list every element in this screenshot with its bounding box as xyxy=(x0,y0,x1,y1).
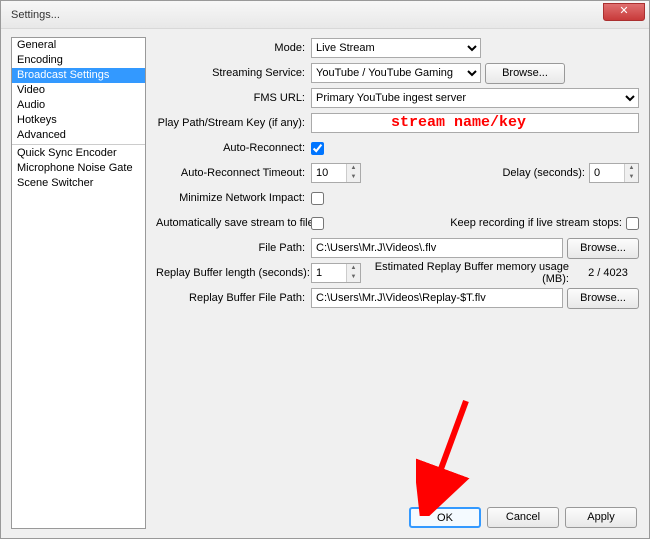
spinner-down-icon[interactable]: ▼ xyxy=(347,273,360,282)
autosave-label: Automatically save stream to file: xyxy=(156,217,311,229)
sidebar-divider xyxy=(12,144,145,145)
spinner-up-icon[interactable]: ▲ xyxy=(625,164,638,173)
autoreconnect-label: Auto-Reconnect: xyxy=(156,142,311,154)
service-label: Streaming Service: xyxy=(156,67,311,79)
minimize-label: Minimize Network Impact: xyxy=(156,192,311,204)
spinner-up-icon[interactable]: ▲ xyxy=(347,164,360,173)
delay-label: Delay (seconds): xyxy=(502,167,585,179)
filepath-label: File Path: xyxy=(156,242,311,254)
keeprec-checkbox[interactable] xyxy=(626,217,639,230)
footer-buttons: OK Cancel Apply xyxy=(409,507,637,528)
playpath-label: Play Path/Stream Key (if any): xyxy=(156,117,311,129)
sidebar-item-general[interactable]: General xyxy=(12,38,145,53)
keeprec-label: Keep recording if live stream stops: xyxy=(450,217,622,229)
replaylen-input[interactable] xyxy=(312,264,346,282)
mode-label: Mode: xyxy=(156,42,311,54)
close-icon: ✕ xyxy=(619,5,628,17)
delay-input[interactable] xyxy=(590,164,624,182)
replaypath-label: Replay Buffer File Path: xyxy=(156,292,311,304)
replaypath-input[interactable] xyxy=(311,288,563,308)
stream-key-input[interactable] xyxy=(311,113,639,133)
sidebar-item-encoding[interactable]: Encoding xyxy=(12,53,145,68)
filepath-input[interactable] xyxy=(311,238,563,258)
autoreconnect-checkbox[interactable] xyxy=(311,142,324,155)
spinner-up-icon[interactable]: ▲ xyxy=(347,264,360,273)
ok-button[interactable]: OK xyxy=(409,507,481,528)
sidebar-item-audio[interactable]: Audio xyxy=(12,98,145,113)
timeout-label: Auto-Reconnect Timeout: xyxy=(156,167,311,179)
fms-select[interactable]: Primary YouTube ingest server xyxy=(311,88,639,108)
timeout-input[interactable] xyxy=(312,164,346,182)
close-button[interactable]: ✕ xyxy=(603,3,645,21)
sidebar-item-quick-sync[interactable]: Quick Sync Encoder xyxy=(12,146,145,161)
cancel-button[interactable]: Cancel xyxy=(487,507,559,528)
sidebar-item-video[interactable]: Video xyxy=(12,83,145,98)
estmem-value: 2 / 4023 xyxy=(577,267,639,279)
delay-spinner[interactable]: ▲▼ xyxy=(589,163,639,183)
sidebar-item-broadcast-settings[interactable]: Broadcast Settings xyxy=(12,68,145,83)
fms-label: FMS URL: xyxy=(156,92,311,104)
replaylen-spinner[interactable]: ▲▼ xyxy=(311,263,361,283)
replaylen-label: Replay Buffer length (seconds): xyxy=(156,267,311,279)
sidebar-item-noise-gate[interactable]: Microphone Noise Gate xyxy=(12,161,145,176)
sidebar-item-scene-switcher[interactable]: Scene Switcher xyxy=(12,176,145,191)
content-area: General Encoding Broadcast Settings Vide… xyxy=(1,29,649,538)
browse-service-button[interactable]: Browse... xyxy=(485,63,565,84)
main-panel: Mode: Live Stream Streaming Service: You… xyxy=(156,37,639,498)
sidebar-item-hotkeys[interactable]: Hotkeys xyxy=(12,113,145,128)
browse-replaypath-button[interactable]: Browse... xyxy=(567,288,639,309)
sidebar: General Encoding Broadcast Settings Vide… xyxy=(11,37,146,529)
window-title: Settings... xyxy=(11,9,60,21)
spinner-down-icon[interactable]: ▼ xyxy=(625,173,638,182)
autosave-checkbox[interactable] xyxy=(311,217,324,230)
sidebar-item-advanced[interactable]: Advanced xyxy=(12,128,145,143)
browse-filepath-button[interactable]: Browse... xyxy=(567,238,639,259)
timeout-spinner[interactable]: ▲▼ xyxy=(311,163,361,183)
estmem-label: Estimated Replay Buffer memory usage (MB… xyxy=(375,261,569,285)
titlebar: Settings... ✕ xyxy=(1,1,649,29)
mode-select[interactable]: Live Stream xyxy=(311,38,481,58)
minimize-checkbox[interactable] xyxy=(311,192,324,205)
spinner-down-icon[interactable]: ▼ xyxy=(347,173,360,182)
service-select[interactable]: YouTube / YouTube Gaming xyxy=(311,63,481,83)
apply-button[interactable]: Apply xyxy=(565,507,637,528)
